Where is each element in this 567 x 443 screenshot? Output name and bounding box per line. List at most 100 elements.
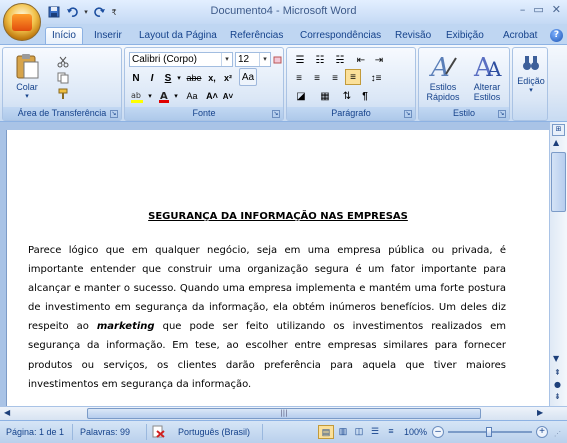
highlight-dropdown-icon[interactable]: ▾ xyxy=(147,88,153,104)
group-styles: A Estilos Rápidos AA Alterar Estilos Est… xyxy=(418,47,510,121)
font-size-dropdown-icon[interactable]: ▾ xyxy=(259,53,270,66)
borders-icon[interactable]: ▦ xyxy=(315,88,335,104)
scroll-up-icon[interactable]: ▲ xyxy=(553,138,559,147)
line-spacing-icon[interactable]: ↕≡ xyxy=(367,70,385,86)
minimize-button[interactable]: – xyxy=(520,3,526,16)
word-count[interactable]: Palavras: 99 xyxy=(80,427,130,437)
multilevel-list-icon[interactable]: ☵ xyxy=(331,52,349,68)
ribbon-tabs: Início Inserir Layout da Página Referênc… xyxy=(0,24,567,45)
tab-referencias[interactable]: Referências xyxy=(224,28,289,44)
paragraph-label: Parágrafo xyxy=(331,108,371,118)
paragraph-group-label: Parágrafo xyxy=(287,107,415,120)
tab-inicio[interactable]: Início xyxy=(45,27,83,45)
scroll-down-icon[interactable]: ▼ xyxy=(553,354,559,363)
styles-launcher-icon[interactable]: ↘ xyxy=(498,110,506,118)
tab-exibicao[interactable]: Exibição xyxy=(440,28,490,44)
tab-acrobat[interactable]: Acrobat xyxy=(497,28,543,44)
paste-button[interactable]: Colar ▾ xyxy=(7,52,47,100)
clear-format-icon[interactable] xyxy=(273,52,283,68)
proofing-icon[interactable] xyxy=(152,425,166,440)
window-controls: – ▭ ✕ xyxy=(520,3,561,16)
clipboard-launcher-icon[interactable]: ↘ xyxy=(110,110,118,118)
change-case-aa-icon[interactable]: Aa xyxy=(183,88,201,104)
help-icon[interactable]: ? xyxy=(550,29,563,42)
superscript-icon[interactable]: x² xyxy=(221,70,235,86)
vertical-scrollbar[interactable]: ⊞ ▲ ▼ ⇞ ● ⇟ xyxy=(549,122,567,406)
font-size-combo[interactable]: 12 ▾ xyxy=(235,52,271,67)
tab-inserir[interactable]: Inserir xyxy=(88,28,128,44)
binoculars-icon xyxy=(523,56,539,70)
highlight-icon[interactable]: ab xyxy=(129,88,145,104)
change-styles-label: Alterar Estilos xyxy=(473,82,501,102)
scroll-right-icon[interactable]: ▶ xyxy=(537,408,543,417)
font-color-dropdown-icon[interactable]: ▾ xyxy=(173,88,179,104)
full-screen-reading-icon[interactable]: ▥ xyxy=(336,425,350,439)
resize-grip-icon[interactable]: ⋰ xyxy=(554,430,561,438)
language-status[interactable]: Português (Brasil) xyxy=(178,427,250,437)
font-name-combo[interactable]: Calibri (Corpo) ▾ xyxy=(129,52,233,67)
group-editing: Edição ▾ xyxy=(512,47,548,121)
paragraph-launcher-icon[interactable]: ↘ xyxy=(404,110,412,118)
zoom-out-icon[interactable]: – xyxy=(432,426,444,438)
ruler-toggle-icon[interactable]: ⊞ xyxy=(552,124,565,136)
print-layout-icon[interactable]: ▤ xyxy=(318,425,334,439)
zoom-level[interactable]: 100% xyxy=(404,427,427,437)
tab-revisao[interactable]: Revisão xyxy=(389,28,437,44)
underline-dropdown-icon[interactable]: ▾ xyxy=(175,70,183,86)
svg-text:ab: ab xyxy=(131,91,141,100)
font-launcher-icon[interactable]: ↘ xyxy=(272,110,280,118)
show-paragraph-marks-icon[interactable]: ¶ xyxy=(357,88,373,104)
shading-icon[interactable]: ◪ xyxy=(291,88,311,104)
browse-object-icon[interactable]: ● xyxy=(554,380,561,389)
office-button[interactable] xyxy=(3,3,41,41)
align-center-icon[interactable]: ≡ xyxy=(309,70,325,86)
horizontal-scrollbar[interactable]: ◀ ||| ▶ xyxy=(0,406,567,420)
change-case-icon[interactable]: Aa xyxy=(239,68,257,86)
numbering-icon[interactable]: ☷ xyxy=(311,52,329,68)
underline-icon[interactable]: S xyxy=(161,70,175,86)
document-title: SEGURANÇA DA INFORMAÇÃO NAS EMPRESAS xyxy=(148,211,408,222)
increase-indent-icon[interactable]: ⇥ xyxy=(371,52,387,68)
justify-icon[interactable]: ≡ xyxy=(345,69,361,85)
align-left-icon[interactable]: ≡ xyxy=(291,70,307,86)
decrease-indent-icon[interactable]: ⇤ xyxy=(353,52,369,68)
italic-icon[interactable]: I xyxy=(145,70,159,86)
font-color-icon[interactable]: A xyxy=(157,88,171,104)
draft-icon[interactable]: ≡ xyxy=(384,425,398,439)
office-logo-icon xyxy=(12,14,32,31)
window-title: Documento4 - Microsoft Word xyxy=(210,5,357,17)
sort-icon[interactable]: ⇅ xyxy=(339,88,355,104)
tab-correspondencias[interactable]: Correspondências xyxy=(294,28,387,44)
page-count[interactable]: Página: 1 de 1 xyxy=(6,427,64,437)
web-layout-icon[interactable]: ◫ xyxy=(352,425,366,439)
tab-layout[interactable]: Layout da Página xyxy=(133,28,223,44)
strikethrough-icon[interactable]: abe xyxy=(185,70,203,86)
subscript-icon[interactable]: x, xyxy=(205,70,219,86)
maximize-button[interactable]: ▭ xyxy=(533,3,543,16)
document-page[interactable]: SEGURANÇA DA INFORMAÇÃO NAS EMPRESAS Par… xyxy=(6,130,549,410)
group-paragraph: ☰ ☷ ☵ ⇤ ⇥ ≡ ≡ ≡ ≡ ↕≡ ◪ ▦ ⇅ ¶ Parágrafo ↘ xyxy=(286,47,416,121)
close-button[interactable]: ✕ xyxy=(552,3,561,16)
change-styles-button[interactable]: AA Alterar Estilos xyxy=(465,52,509,102)
document-paragraph[interactable]: Parece lógico que em qualquer negócio, s… xyxy=(28,241,506,394)
quick-styles-button[interactable]: A Estilos Rápidos xyxy=(421,52,465,102)
outline-icon[interactable]: ☰ xyxy=(368,425,382,439)
grow-font-icon[interactable]: A˄ xyxy=(205,88,219,104)
previous-page-icon[interactable]: ⇞ xyxy=(554,368,561,377)
vertical-scroll-thumb[interactable] xyxy=(551,152,566,212)
bold-icon[interactable]: N xyxy=(129,70,143,86)
copy-icon[interactable] xyxy=(55,70,71,86)
editing-button[interactable]: Edição ▾ xyxy=(513,52,549,94)
font-name-dropdown-icon[interactable]: ▾ xyxy=(221,53,232,66)
align-right-icon[interactable]: ≡ xyxy=(327,70,343,86)
next-page-icon[interactable]: ⇟ xyxy=(554,392,561,401)
horizontal-scroll-thumb[interactable]: ||| xyxy=(87,408,481,419)
scroll-left-icon[interactable]: ◀ xyxy=(4,408,10,417)
shrink-font-icon[interactable]: A˅ xyxy=(221,88,235,104)
zoom-in-icon[interactable]: + xyxy=(536,426,548,438)
cut-icon[interactable] xyxy=(55,54,71,70)
bullets-icon[interactable]: ☰ xyxy=(291,52,309,68)
styles-label: Estilo xyxy=(452,108,475,118)
zoom-slider-thumb[interactable] xyxy=(486,427,492,437)
format-painter-icon[interactable] xyxy=(55,86,71,102)
